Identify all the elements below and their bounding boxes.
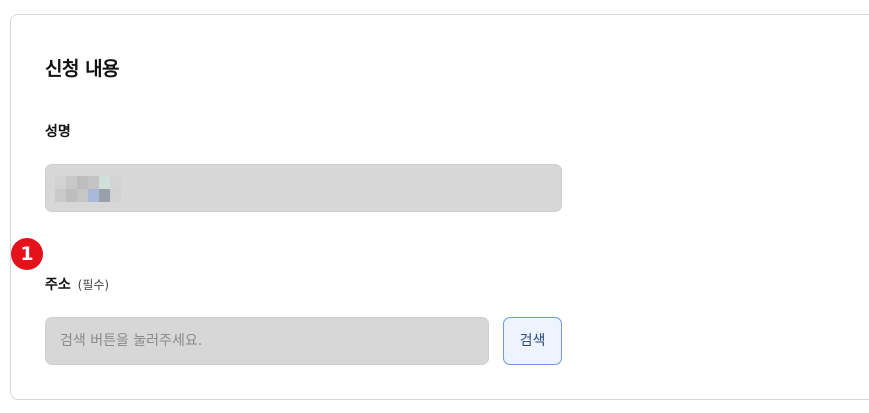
mosaic-cell xyxy=(55,176,66,189)
redacted-name-mosaic xyxy=(55,176,121,202)
name-field xyxy=(45,164,562,212)
mosaic-cell xyxy=(110,176,121,189)
address-label-row: 주소 (필수) xyxy=(45,274,109,294)
mosaic-cell xyxy=(66,176,77,189)
section-title: 신청 내용 xyxy=(45,58,120,80)
mosaic-cell xyxy=(77,176,88,189)
step-number-badge: 1 xyxy=(11,238,43,270)
mosaic-cell xyxy=(55,189,66,202)
address-label: 주소 xyxy=(45,277,71,293)
mosaic-cell xyxy=(99,189,110,202)
mosaic-cell xyxy=(88,176,99,189)
mosaic-cell xyxy=(66,189,77,202)
name-label: 성명 xyxy=(45,124,71,140)
mosaic-cell xyxy=(77,189,88,202)
required-indicator: (필수) xyxy=(77,278,110,292)
address-input[interactable] xyxy=(45,317,489,365)
mosaic-cell xyxy=(99,176,110,189)
mosaic-cell xyxy=(110,189,121,202)
address-search-button[interactable]: 검색 xyxy=(503,317,562,365)
mosaic-cell xyxy=(88,189,99,202)
